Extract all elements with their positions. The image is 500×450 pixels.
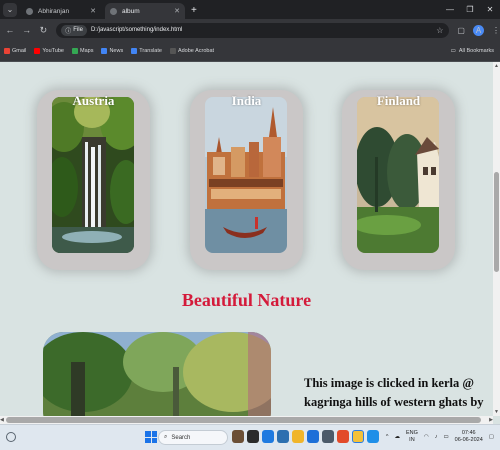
translate-icon — [131, 48, 138, 54]
globe-icon — [26, 7, 33, 15]
bookmarks-bar: Gmail YouTube Maps News Translate Adobe … — [0, 41, 500, 62]
bookmark-gmail[interactable]: Gmail — [4, 48, 26, 54]
bookmark-maps[interactable]: Maps — [72, 48, 93, 54]
chrome-icon[interactable] — [352, 430, 364, 443]
browser-toolbar: ← → ↻ ⓘ File D:/javascript/something/ind… — [0, 19, 500, 41]
tab-strip: ⌄ Abhiranjan ✕ album ✕ + — ❐ ✕ — [0, 0, 500, 19]
page-content: Austria India Finland Beautiful Nature T… — [0, 62, 493, 416]
news-icon — [101, 48, 108, 54]
scroll-right-icon[interactable]: ▶ — [489, 417, 493, 423]
card-title: Finland — [376, 93, 421, 108]
tab-title: Abhiranjan — [38, 7, 70, 15]
new-tab-button[interactable]: + — [191, 5, 197, 16]
close-icon[interactable]: ✕ — [90, 7, 96, 15]
varanasi-ghat-photo — [205, 97, 287, 253]
album-card-finland[interactable]: Finland — [342, 90, 455, 270]
taskbar-search[interactable]: ⌕ Search — [158, 430, 228, 445]
close-window-icon[interactable]: ✕ — [480, 5, 500, 14]
horizontal-scroll-thumb[interactable] — [6, 417, 481, 423]
file-explorer-icon[interactable] — [292, 430, 304, 443]
card-title: India — [231, 93, 262, 108]
url-text: D:/javascript/something/index.html — [90, 27, 183, 33]
info-icon: ⓘ — [65, 28, 72, 35]
maps-icon — [72, 48, 78, 54]
horizontal-scrollbar[interactable]: ◀ ▶ — [0, 416, 493, 424]
system-tray: ^ ☁ ENG IN ◠ ♪ ▭ 07:46 06-06-2024 ▢ — [386, 430, 494, 444]
tab-abhiranjan[interactable]: Abhiranjan ✕ — [21, 3, 101, 19]
vscode-icon[interactable] — [367, 430, 379, 443]
terminal-icon[interactable] — [247, 430, 259, 443]
windows-start-icon[interactable] — [145, 431, 157, 443]
folder-icon: ▭ — [450, 48, 456, 54]
clock[interactable]: 07:46 06-06-2024 — [455, 430, 483, 444]
minimize-icon[interactable]: — — [440, 5, 460, 14]
window-controls: — ❐ ✕ — [440, 0, 500, 19]
scroll-left-icon[interactable]: ◀ — [0, 417, 4, 423]
tab-search-icon[interactable]: ⌄ — [3, 3, 17, 17]
gmail-icon — [4, 48, 10, 54]
bookmark-star-icon[interactable]: ☆ — [436, 26, 443, 35]
battery-icon[interactable]: ▭ — [443, 434, 448, 440]
reload-icon[interactable]: ↻ — [37, 25, 51, 36]
wifi-icon[interactable]: ◠ — [424, 434, 429, 440]
waterfall-photo — [52, 97, 134, 253]
house-trees-photo — [357, 97, 439, 253]
store-icon[interactable] — [307, 430, 319, 443]
extensions-icon[interactable]: ▢ — [457, 26, 465, 35]
album-card-austria[interactable]: Austria — [37, 90, 150, 270]
vertical-scrollbar[interactable]: ▲ ▼ — [493, 62, 500, 416]
bookmark-news[interactable]: News — [101, 48, 123, 54]
volume-icon[interactable]: ♪ — [435, 434, 438, 440]
task-view-icon[interactable] — [232, 430, 244, 443]
language-indicator[interactable]: ENG IN — [406, 430, 418, 444]
windows-taskbar: ⌕ Search ^ ☁ ENG IN ◠ ♪ ▭ 07:46 06-06-20… — [0, 424, 500, 450]
address-bar[interactable]: ⓘ File D:/javascript/something/index.htm… — [56, 22, 450, 38]
youtube-icon — [34, 48, 41, 54]
back-icon[interactable]: ← — [3, 25, 17, 35]
scroll-down-icon[interactable]: ▼ — [494, 409, 499, 415]
cloud-icon[interactable]: ☁ — [394, 434, 400, 440]
site-info-chip[interactable]: ⓘ File — [61, 24, 87, 36]
notification-icon[interactable]: ▢ — [489, 434, 494, 440]
forward-icon[interactable]: → — [20, 25, 34, 35]
edge-icon[interactable] — [262, 430, 274, 443]
search-icon: ⌕ — [164, 434, 168, 440]
image-caption: This image is clicked in kerla @ kagring… — [304, 376, 484, 416]
bookmark-youtube[interactable]: YouTube — [34, 48, 64, 54]
tab-title: album — [122, 7, 140, 15]
tab-album[interactable]: album ✕ — [105, 3, 185, 19]
vertical-scroll-thumb[interactable] — [494, 172, 499, 272]
forest-photo — [43, 332, 271, 416]
card-title: Austria — [72, 93, 115, 108]
maximize-icon[interactable]: ❐ — [460, 5, 480, 14]
close-icon[interactable]: ✕ — [174, 7, 180, 15]
widgets-icon[interactable] — [6, 432, 16, 442]
album-card-india[interactable]: India — [190, 90, 303, 270]
section-heading: Beautiful Nature — [181, 290, 312, 310]
app-icon[interactable] — [277, 430, 289, 443]
scroll-up-icon[interactable]: ▲ — [494, 63, 499, 69]
acrobat-icon — [169, 48, 176, 54]
mail-icon[interactable] — [322, 430, 334, 443]
globe-icon — [110, 7, 117, 15]
taskbar-apps — [232, 430, 379, 443]
all-bookmarks-button[interactable]: ▭ All Bookmarks — [451, 48, 494, 54]
chevron-up-icon[interactable]: ^ — [386, 434, 389, 440]
bookmark-adobe-acrobat[interactable]: Adobe Acrobat — [169, 48, 214, 54]
bookmark-translate[interactable]: Translate — [131, 48, 162, 54]
menu-kebab-icon[interactable]: ⋮ — [492, 26, 500, 35]
firefox-icon[interactable] — [337, 430, 349, 443]
profile-avatar[interactable]: A — [472, 24, 484, 36]
